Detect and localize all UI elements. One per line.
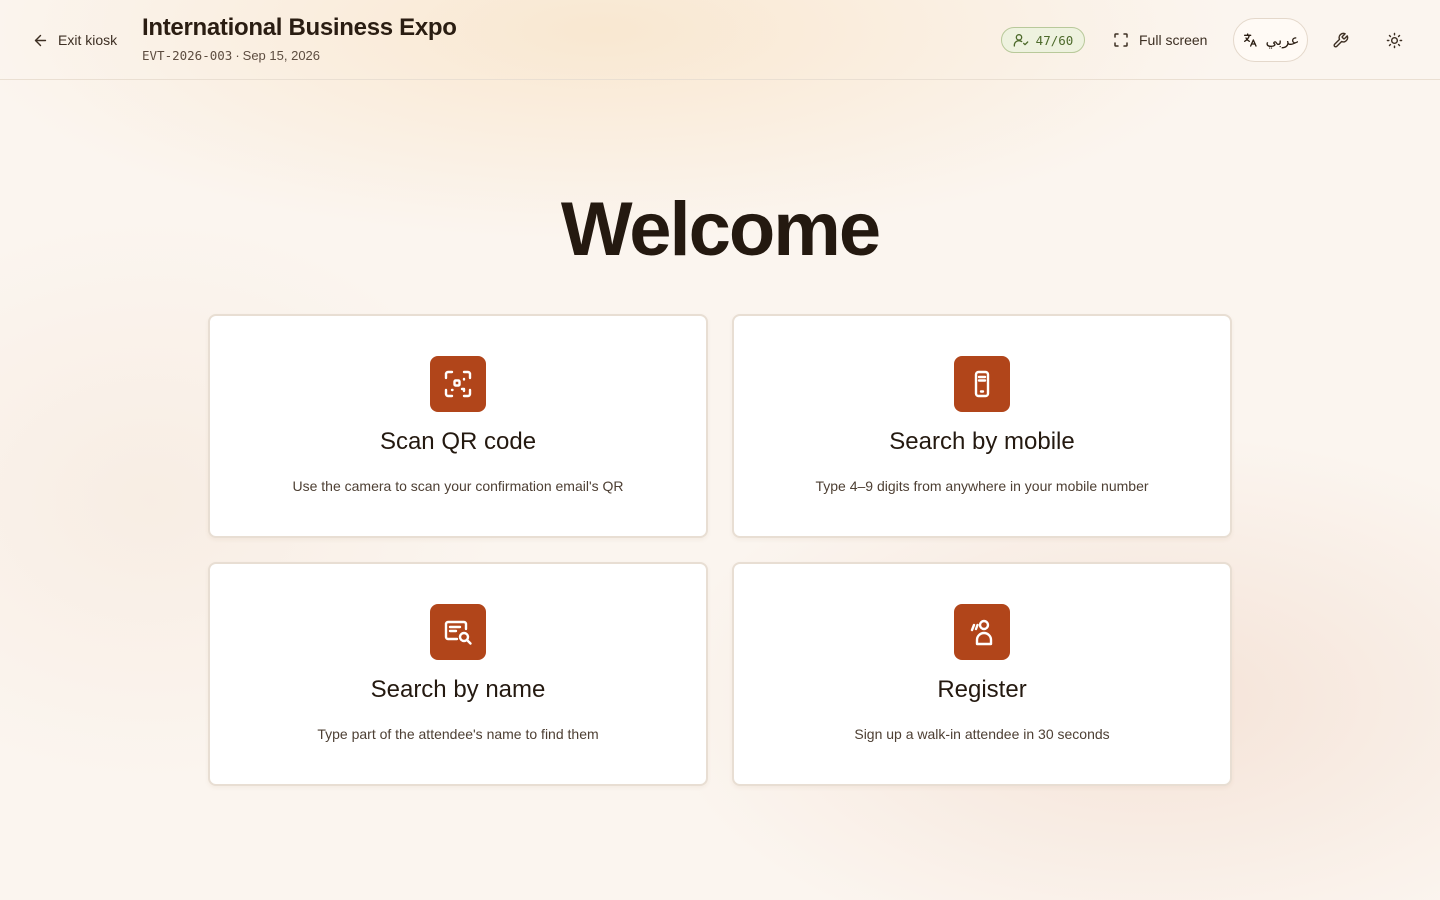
- scan-qr-description: Use the camera to scan your confirmation…: [292, 478, 624, 494]
- search-mobile-card[interactable]: Search by mobile Type 4–9 digits from an…: [732, 314, 1232, 538]
- languages-icon: [1243, 33, 1257, 47]
- event-meta: EVT-2026-003 · Sep 15, 2026: [142, 48, 457, 63]
- arrow-left-icon: [34, 34, 47, 46]
- scan-qr-title: Scan QR code: [379, 428, 537, 455]
- search-mobile-description: Type 4–9 digits from anywhere in your mo…: [815, 478, 1149, 494]
- event-title: International Business Expo: [142, 14, 457, 41]
- maximize-icon: [1114, 33, 1128, 47]
- theme-toggle-button[interactable]: [1382, 28, 1406, 52]
- fullscreen-button[interactable]: Full screen: [1112, 28, 1207, 52]
- search-mobile-tile: [954, 356, 1010, 412]
- language-toggle-button[interactable]: عربي: [1233, 18, 1308, 62]
- walk-in-user-icon: [970, 619, 993, 646]
- meta-separator: ·: [235, 48, 240, 63]
- smartphone-icon: [974, 370, 990, 398]
- scan-qr-card[interactable]: Scan QR code Use the camera to scan your…: [208, 314, 708, 538]
- sun-icon: [1386, 32, 1402, 48]
- register-title: Register: [937, 676, 1027, 703]
- fullscreen-label: Full screen: [1139, 32, 1208, 48]
- language-label: عربي: [1265, 32, 1300, 49]
- scan-qr-tile: [430, 356, 486, 412]
- qr-scan-icon: [444, 370, 472, 398]
- checked-in-count: 47/60: [1035, 32, 1074, 48]
- event-code: EVT-2026-003: [142, 48, 233, 63]
- exit-kiosk-button[interactable]: Exit kiosk: [32, 28, 117, 52]
- register-card[interactable]: Register Sign up a walk-in attendee in 3…: [732, 562, 1232, 786]
- search-mobile-title: Search by mobile: [889, 428, 1075, 455]
- text-search-icon: [444, 620, 472, 645]
- top-bar: Exit kiosk International Business Expo E…: [0, 0, 1440, 80]
- search-name-description: Type part of the attendee's name to find…: [317, 726, 599, 742]
- settings-button[interactable]: [1328, 28, 1352, 52]
- search-name-title: Search by name: [370, 676, 546, 703]
- search-name-card[interactable]: Search by name Type part of the attendee…: [208, 562, 708, 786]
- register-description: Sign up a walk-in attendee in 30 seconds: [854, 726, 1110, 742]
- event-date: Sep 15, 2026: [242, 48, 321, 63]
- search-name-tile: [430, 604, 486, 660]
- event-info: International Business Expo EVT-2026-003…: [142, 14, 457, 63]
- exit-kiosk-label: Exit kiosk: [58, 32, 118, 48]
- user-check-icon: [1013, 34, 1029, 47]
- welcome-heading: Welcome: [560, 187, 881, 272]
- register-tile: [954, 604, 1010, 660]
- checked-in-badge: 47/60: [1001, 27, 1085, 53]
- wrench-icon: [1332, 32, 1348, 48]
